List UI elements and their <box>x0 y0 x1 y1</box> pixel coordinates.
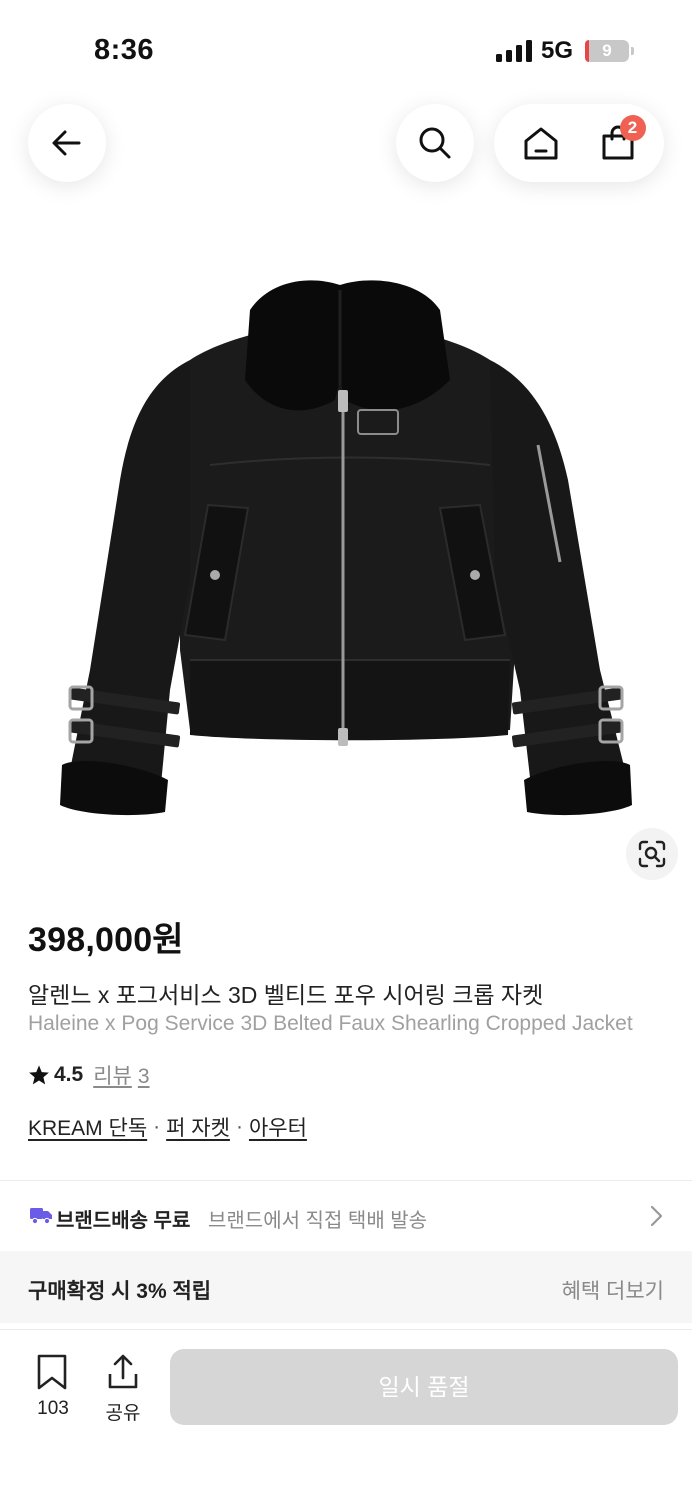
battery-level: 9 <box>602 41 612 60</box>
arrow-left-icon <box>52 130 81 156</box>
back-button[interactable] <box>28 104 106 182</box>
bookmark-icon <box>37 1354 67 1390</box>
lens-icon <box>638 840 666 868</box>
status-time: 8:36 <box>94 34 155 66</box>
share-icon <box>108 1354 138 1389</box>
benefit-title: 구매확정 시 3% 적립 <box>28 1280 212 1303</box>
tag-kream-exclusive[interactable]: KREAM 단독 <box>28 1112 147 1142</box>
network-label: 5G <box>541 37 574 64</box>
nav-right-group: 2 <box>494 104 664 182</box>
product-name-en: Haleine x Pog Service 3D Belted Faux She… <box>28 1012 633 1035</box>
bookmark-count: 103 <box>37 1398 69 1419</box>
chevron-right-icon <box>650 1205 663 1227</box>
cart-badge: 2 <box>619 115 646 141</box>
tag-outer[interactable]: 아우터 <box>249 1112 307 1142</box>
benefit-more-link[interactable]: 혜택 더보기 <box>562 1275 664 1305</box>
tag-separator: · <box>153 1115 161 1138</box>
product-name-ko: 알렌느 x 포그서비스 3D 벨티드 포우 시어링 크롭 자켓 <box>28 982 544 1008</box>
image-search-button[interactable] <box>626 828 678 880</box>
share-label: 공유 <box>105 1403 141 1424</box>
bottom-action-bar: 103 공유 일시 품절 <box>0 1330 692 1500</box>
tag-separator: · <box>235 1115 243 1138</box>
shipping-desc: 브랜드에서 직접 택배 발송 <box>208 1210 428 1232</box>
battery-icon: 9 <box>585 40 629 62</box>
bookmark-button[interactable]: 103 <box>22 1354 84 1420</box>
review-count: 3 <box>137 1065 150 1088</box>
benefit-row[interactable]: 구매확정 시 3% 적립 혜택 더보기 <box>0 1251 692 1323</box>
shipping-info-row[interactable]: 브랜드배송 무료 브랜드에서 직접 택배 발송 <box>0 1181 692 1251</box>
review-link[interactable]: 리뷰 3 <box>93 1060 149 1090</box>
battery-cap <box>631 47 634 55</box>
home-icon <box>524 127 557 160</box>
share-button[interactable]: 공유 <box>92 1354 154 1425</box>
search-icon <box>419 127 451 159</box>
star-icon <box>29 1065 49 1085</box>
signal-icon <box>496 40 532 62</box>
product-price: 398,000원 <box>28 921 184 959</box>
search-button[interactable] <box>396 104 474 182</box>
shipping-title: 브랜드배송 무료 <box>56 1210 191 1232</box>
tag-fur-jacket[interactable]: 퍼 자켓 <box>166 1112 230 1142</box>
home-button[interactable] <box>511 113 571 173</box>
truck-icon <box>30 1208 52 1224</box>
sold-out-button[interactable]: 일시 품절 <box>170 1349 678 1425</box>
category-tags: KREAM 단독 · 퍼 자켓 · 아우터 <box>28 1112 307 1142</box>
rating-row: 4.5 리뷰 3 <box>28 1060 150 1090</box>
rating-value: 4.5 <box>54 1063 84 1086</box>
status-bar: 8:36 5G 9 <box>0 0 692 100</box>
product-image[interactable] <box>40 250 652 850</box>
review-label: 리뷰 <box>93 1065 132 1088</box>
cart-button[interactable]: 2 <box>588 113 648 173</box>
